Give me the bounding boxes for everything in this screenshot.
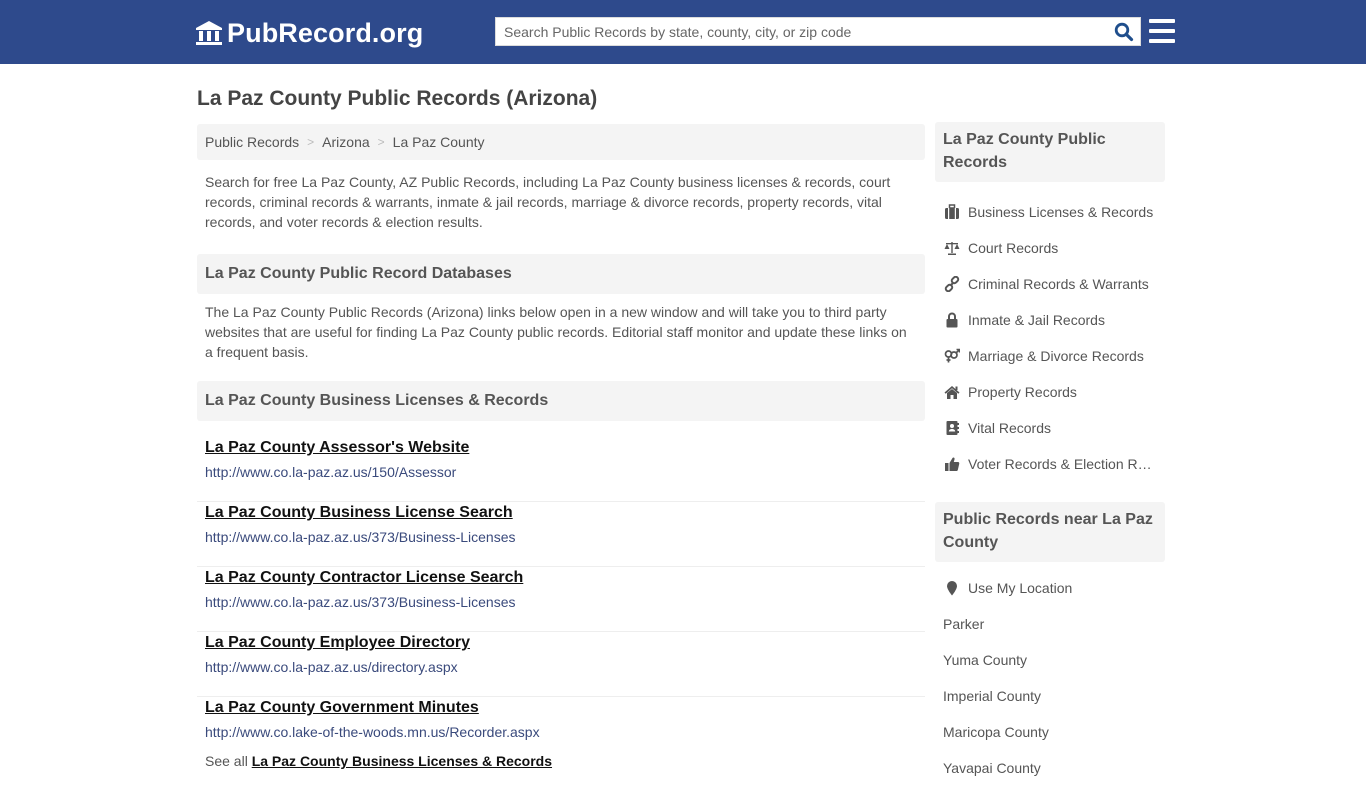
menu-bar-icon bbox=[1149, 29, 1175, 33]
thumbs-up-icon bbox=[943, 456, 960, 472]
use-my-location-link[interactable]: Use My Location bbox=[935, 570, 1165, 606]
search-icon bbox=[1114, 22, 1134, 41]
nearby-item-maricopa-county[interactable]: Maricopa County bbox=[935, 714, 1165, 750]
breadcrumb: Public Records > Arizona > La Paz County bbox=[197, 124, 925, 160]
databases-heading: La Paz County Public Record Databases bbox=[197, 254, 925, 294]
breadcrumb-separator: > bbox=[377, 135, 385, 149]
search-button[interactable] bbox=[1108, 18, 1140, 45]
main-content: Public Records > Arizona > La Paz County… bbox=[197, 124, 925, 771]
nearby-item-yavapai-county[interactable]: Yavapai County bbox=[935, 750, 1165, 786]
record-link-title[interactable]: La Paz County Employee Directory bbox=[205, 632, 470, 654]
business-heading: La Paz County Business Licenses & Record… bbox=[197, 381, 925, 421]
breadcrumb-item-la-paz-county[interactable]: La Paz County bbox=[393, 134, 485, 150]
page-title: La Paz County Public Records (Arizona) bbox=[197, 87, 598, 110]
record-link-url: http://www.co.lake-of-the-woods.mn.us/Re… bbox=[205, 724, 540, 740]
list-item: La Paz County Government Minutes http://… bbox=[197, 697, 925, 752]
sidebar-item-label: Court Records bbox=[968, 240, 1059, 256]
search-input[interactable] bbox=[496, 18, 1108, 45]
list-item: La Paz County Business License Search ht… bbox=[197, 502, 925, 567]
sidebar-item-label: Business Licenses & Records bbox=[968, 204, 1154, 220]
sidebar-item-marriage-records[interactable]: Marriage & Divorce Records bbox=[935, 338, 1165, 374]
logo-text: PubRecord.org bbox=[227, 17, 424, 48]
sidebar-item-property-records[interactable]: Property Records bbox=[935, 374, 1165, 410]
breadcrumb-item-arizona[interactable]: Arizona bbox=[322, 134, 369, 150]
see-all-prefix: See all bbox=[205, 753, 248, 769]
sidebar-item-label: Voter Records & Election Results bbox=[968, 456, 1158, 472]
record-link-title[interactable]: La Paz County Contractor License Search bbox=[205, 567, 523, 589]
record-link-url: http://www.co.la-paz.az.us/373/Business-… bbox=[205, 529, 516, 545]
record-link-url: http://www.co.la-paz.az.us/150/Assessor bbox=[205, 464, 457, 480]
bank-building-icon bbox=[196, 21, 222, 45]
sidebar-item-business-licenses[interactable]: Business Licenses & Records bbox=[935, 194, 1165, 230]
briefcase-icon bbox=[943, 204, 960, 220]
sidebar-item-label: Property Records bbox=[968, 384, 1077, 400]
top-navbar: PubRecord.org bbox=[0, 0, 1366, 64]
breadcrumb-separator: > bbox=[307, 135, 315, 149]
sidebar-records-list: Business Licenses & Records Court Record… bbox=[935, 194, 1165, 482]
see-all-link[interactable]: La Paz County Business Licenses & Record… bbox=[252, 753, 552, 769]
map-marker-icon bbox=[943, 580, 960, 596]
sidebar-records-heading: La Paz County Public Records bbox=[935, 122, 1165, 182]
intro-text: Search for free La Paz County, AZ Public… bbox=[205, 174, 891, 230]
lock-icon bbox=[943, 312, 960, 328]
databases-description: The La Paz County Public Records (Arizon… bbox=[205, 304, 907, 360]
nearby-item-parker[interactable]: Parker bbox=[935, 606, 1165, 642]
home-icon bbox=[943, 384, 960, 400]
sidebar-item-label: Vital Records bbox=[968, 420, 1052, 436]
record-link-url: http://www.co.la-paz.az.us/directory.asp… bbox=[205, 659, 458, 675]
search-bar bbox=[495, 17, 1141, 46]
list-item: La Paz County Assessor's Website http://… bbox=[197, 437, 925, 502]
nearby-item-yuma-county[interactable]: Yuma County bbox=[935, 642, 1165, 678]
hamburger-menu-button[interactable] bbox=[1149, 19, 1175, 43]
sidebar-item-vital-records[interactable]: Vital Records bbox=[935, 410, 1165, 446]
menu-bar-icon bbox=[1149, 39, 1175, 43]
sidebar-item-court-records[interactable]: Court Records bbox=[935, 230, 1165, 266]
list-item: La Paz County Employee Directory http://… bbox=[197, 632, 925, 697]
see-all-row: See all La Paz County Business Licenses … bbox=[197, 751, 925, 771]
address-book-icon bbox=[943, 420, 960, 436]
menu-bar-icon bbox=[1149, 19, 1175, 23]
venus-mars-icon bbox=[943, 348, 960, 364]
use-my-location-label: Use My Location bbox=[968, 580, 1073, 596]
sidebar-item-label: Inmate & Jail Records bbox=[968, 312, 1105, 328]
sidebar-nearby-heading: Public Records near La Paz County bbox=[935, 502, 1165, 562]
list-item: La Paz County Contractor License Search … bbox=[197, 567, 925, 632]
sidebar: La Paz County Public Records Business Li… bbox=[935, 122, 1165, 786]
sidebar-item-label: Marriage & Divorce Records bbox=[968, 348, 1144, 364]
link-icon bbox=[943, 276, 960, 292]
breadcrumb-item-public-records[interactable]: Public Records bbox=[205, 134, 299, 150]
nearby-list: Use My Location Parker Yuma County Imper… bbox=[935, 570, 1165, 786]
business-links-list: La Paz County Assessor's Website http://… bbox=[197, 437, 925, 771]
record-link-url: http://www.co.la-paz.az.us/373/Business-… bbox=[205, 594, 516, 610]
sidebar-item-label: Criminal Records & Warrants bbox=[968, 276, 1149, 292]
record-link-title[interactable]: La Paz County Government Minutes bbox=[205, 697, 479, 719]
record-link-title[interactable]: La Paz County Business License Search bbox=[205, 502, 513, 524]
record-link-title[interactable]: La Paz County Assessor's Website bbox=[205, 437, 469, 459]
balance-scale-icon bbox=[943, 240, 960, 256]
sidebar-item-voter-records[interactable]: Voter Records & Election Results bbox=[935, 446, 1165, 482]
site-logo[interactable]: PubRecord.org bbox=[195, 17, 423, 49]
sidebar-item-criminal-records[interactable]: Criminal Records & Warrants bbox=[935, 266, 1165, 302]
nearby-item-imperial-county[interactable]: Imperial County bbox=[935, 678, 1165, 714]
sidebar-item-inmate-records[interactable]: Inmate & Jail Records bbox=[935, 302, 1165, 338]
